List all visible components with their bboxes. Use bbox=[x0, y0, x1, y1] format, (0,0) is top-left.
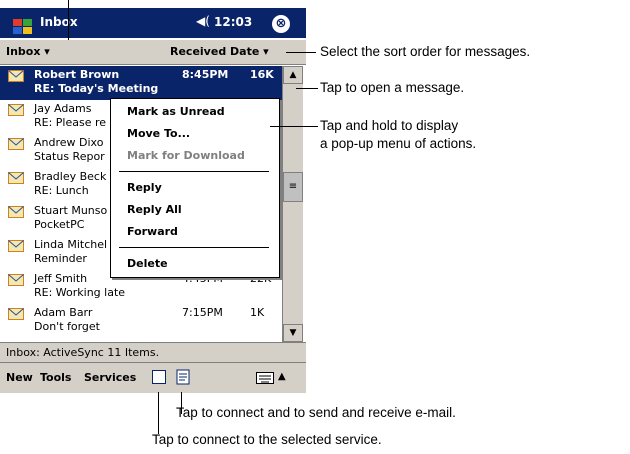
callout-send-receive: Tap to connect and to send and receive e… bbox=[176, 405, 456, 420]
callout-line bbox=[68, 0, 69, 40]
message-size: 1K bbox=[250, 306, 265, 319]
send-receive-icon[interactable] bbox=[176, 369, 190, 385]
sort-dropdown[interactable]: Received Date ▾ bbox=[170, 45, 269, 58]
envelope-icon bbox=[8, 172, 24, 184]
envelope-icon bbox=[8, 206, 24, 218]
callout-line bbox=[296, 88, 318, 89]
subject: Don't forget bbox=[34, 320, 100, 333]
menu-services[interactable]: Services bbox=[84, 371, 136, 384]
status-bar: Inbox: ActiveSync 11 Items. bbox=[0, 342, 306, 363]
subject: Reminder bbox=[34, 252, 87, 265]
sort-label: Received Date bbox=[170, 45, 260, 58]
subject: RE: Please re bbox=[34, 116, 107, 129]
menu-item-mark-download: Mark for Download bbox=[127, 149, 245, 162]
message-row[interactable]: Robert Brown 8:45PM 16K RE: Today's Meet… bbox=[0, 66, 282, 100]
menu-new[interactable]: New bbox=[6, 371, 33, 384]
message-row[interactable]: Adam Barr 7:15PM 1K Don't forget bbox=[0, 304, 282, 338]
callout-line bbox=[270, 126, 318, 127]
sender: Andrew Dixo bbox=[34, 136, 104, 149]
envelope-icon bbox=[8, 138, 24, 150]
callout-connect-service: Tap to connect to the selected service. bbox=[152, 432, 382, 447]
start-menu-icon[interactable] bbox=[12, 18, 34, 36]
sender: Bradley Beck bbox=[34, 170, 107, 183]
clock[interactable]: 12:03 bbox=[214, 15, 252, 29]
envelope-icon bbox=[8, 308, 24, 320]
sender: Jay Adams bbox=[34, 102, 92, 115]
close-button[interactable]: ⊗ bbox=[272, 15, 290, 33]
sender: Adam Barr bbox=[34, 306, 93, 319]
menu-item-reply[interactable]: Reply bbox=[127, 181, 162, 194]
callout-line bbox=[286, 52, 316, 53]
callout-line bbox=[158, 392, 159, 434]
scroll-up-button[interactable]: ▲ bbox=[283, 66, 303, 84]
sender: Robert Brown bbox=[34, 68, 120, 81]
keyboard-icon[interactable] bbox=[256, 372, 274, 384]
menu-item-delete[interactable]: Delete bbox=[127, 257, 168, 270]
sender: Stuart Munso bbox=[34, 204, 108, 217]
menu-item-forward[interactable]: Forward bbox=[127, 225, 178, 238]
scrollbar[interactable]: ▲ ≡ ▼ bbox=[282, 66, 303, 342]
menu-item-reply-all[interactable]: Reply All bbox=[127, 203, 182, 216]
input-panel-arrow-icon[interactable]: ▲ bbox=[278, 371, 286, 382]
pocketpc-screen: Inbox ◀( 12:03 ⊗ Inbox ▾ Received Date ▾… bbox=[0, 0, 306, 400]
callout-sort-order: Select the sort order for messages. bbox=[320, 44, 531, 59]
menu-tools[interactable]: Tools bbox=[40, 371, 71, 384]
subject: RE: Lunch bbox=[34, 184, 89, 197]
list-header: Inbox ▾ Received Date ▾ bbox=[0, 40, 306, 65]
message-size: 16K bbox=[250, 68, 274, 81]
subject: RE: Today's Meeting bbox=[34, 82, 159, 95]
subject: PocketPC bbox=[34, 218, 85, 231]
envelope-icon bbox=[8, 70, 24, 82]
title-bar: Inbox ◀( 12:03 ⊗ bbox=[0, 8, 306, 38]
envelope-icon bbox=[8, 104, 24, 116]
subject: RE: Working late bbox=[34, 286, 126, 299]
menu-bar: New Tools Services ▲ bbox=[0, 362, 306, 393]
envelope-icon bbox=[8, 240, 24, 252]
callout-hold-line2: a pop-up menu of actions. bbox=[320, 136, 477, 151]
menu-item-move-to[interactable]: Move To... bbox=[127, 127, 190, 140]
received-time: 7:15PM bbox=[182, 306, 223, 319]
callout-open-message: Tap to open a message. bbox=[320, 80, 465, 95]
app-title: Inbox bbox=[40, 15, 78, 29]
callout-hold-line1: Tap and hold to display bbox=[320, 118, 459, 133]
status-text: Inbox: ActiveSync 11 Items. bbox=[6, 346, 160, 359]
menu-item-mark-unread[interactable]: Mark as Unread bbox=[127, 105, 225, 118]
sender: Jeff Smith bbox=[34, 272, 88, 285]
scroll-thumb[interactable]: ≡ bbox=[283, 172, 303, 202]
speaker-icon[interactable]: ◀( bbox=[196, 14, 210, 28]
menu-separator bbox=[119, 171, 269, 172]
menu-separator bbox=[119, 247, 269, 248]
received-time: 8:45PM bbox=[182, 68, 229, 81]
envelope-icon bbox=[8, 274, 24, 286]
folder-dropdown[interactable]: Inbox ▾ bbox=[6, 45, 50, 58]
scroll-down-button[interactable]: ▼ bbox=[283, 324, 303, 342]
context-menu: Mark as Unread Move To... Mark for Downl… bbox=[110, 98, 280, 278]
connect-service-icon[interactable] bbox=[152, 370, 166, 384]
folder-label: Inbox bbox=[6, 45, 41, 58]
sender: Linda Mitchel bbox=[34, 238, 108, 251]
subject: Status Repor bbox=[34, 150, 105, 163]
